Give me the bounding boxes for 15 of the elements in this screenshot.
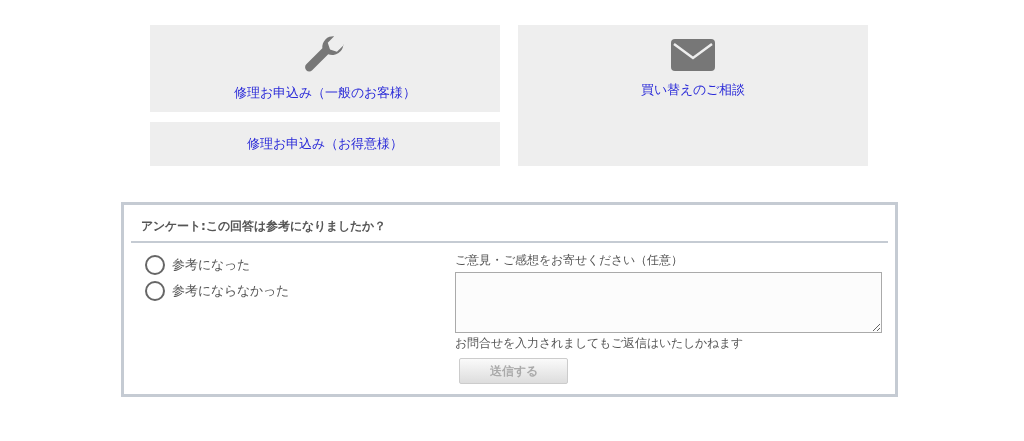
survey-title: アンケート:この回答は参考になりましたか？: [131, 205, 888, 243]
note-text: お問合せを入力されましてもご返信はいたしかねます: [455, 335, 743, 352]
menu-tile[interactable]: 買い替えのご相談: [518, 25, 868, 166]
mail-icon: [671, 39, 715, 71]
tile-label: 修理お申込み（一般のお客様）: [234, 84, 416, 102]
radio-button[interactable]: [145, 281, 165, 301]
menu-tile[interactable]: 修理お申込み（一般のお客様）: [150, 25, 500, 112]
radio-button[interactable]: [145, 255, 165, 275]
option-label[interactable]: 参考にならなかった: [172, 282, 289, 300]
tile-label: 修理お申込み（お得意様）: [247, 135, 403, 153]
menu-tile[interactable]: 修理お申込み（お得意様）: [150, 122, 500, 166]
comment-label: ご意見・ご感想をお寄せください（任意）: [455, 252, 683, 269]
tile-label: 買い替えのご相談: [641, 81, 745, 99]
comment-field[interactable]: [455, 272, 882, 333]
option-label[interactable]: 参考になった: [172, 256, 250, 274]
